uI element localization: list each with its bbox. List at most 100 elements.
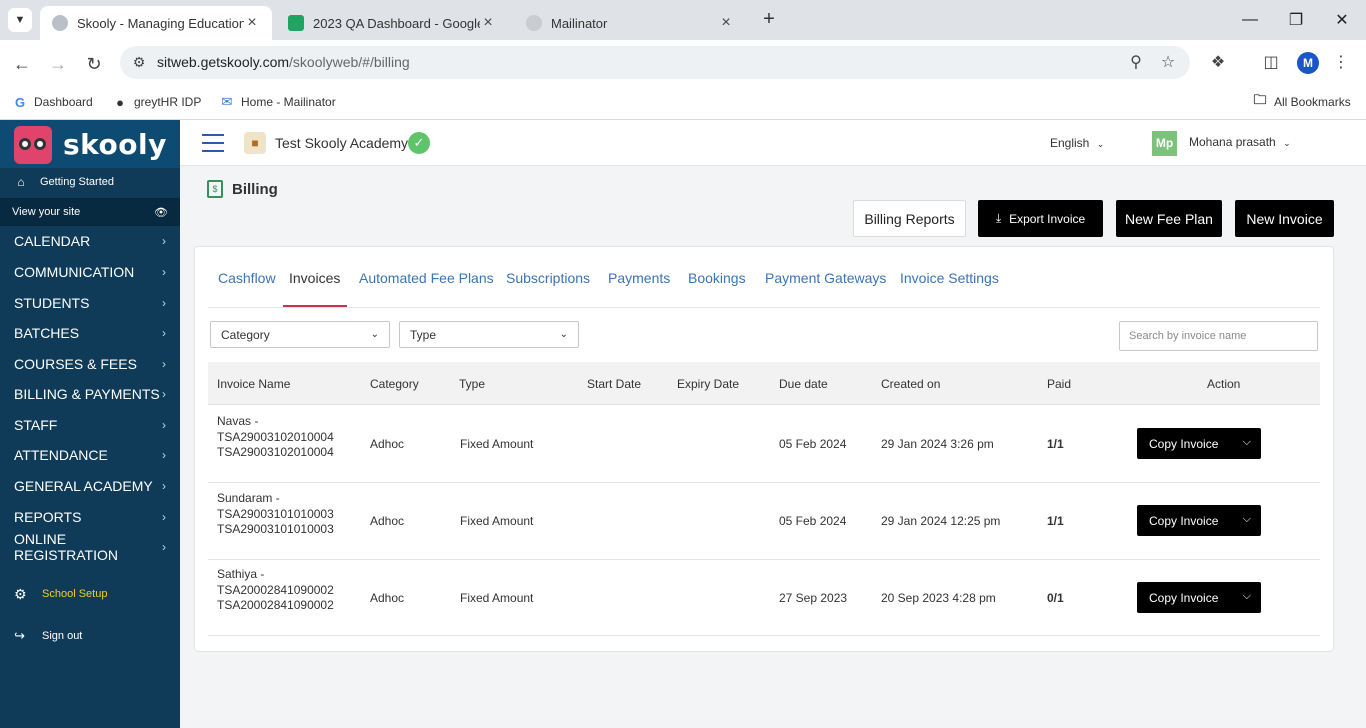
plus-icon: +	[763, 8, 775, 30]
sidebar-item-online-registration[interactable]: ONLINE REGISTRATION ›	[0, 531, 180, 563]
tab-cashflow[interactable]: Cashflow	[218, 270, 276, 286]
sidebar-item-attendance[interactable]: ATTENDANCE ›	[0, 440, 180, 470]
category-cell: Adhoc	[370, 591, 405, 605]
column-header: Due date	[779, 377, 828, 391]
restore-icon: ❐	[1288, 12, 1304, 29]
all-bookmarks[interactable]: 🗀 All Bookmarks	[1252, 92, 1350, 111]
forward-button[interactable]: →	[44, 50, 72, 78]
invoice-name-cell[interactable]: Sundaram - TSA29003101010003 TSA29003101…	[217, 491, 334, 538]
new-fee-plan-button[interactable]: New Fee Plan	[1116, 200, 1222, 237]
sidebar-item-billing-payments[interactable]: BILLING & PAYMENTS ›	[0, 379, 180, 409]
column-header: Paid	[1047, 377, 1072, 391]
search-invoice-input[interactable]	[1119, 321, 1318, 351]
star-icon[interactable]: ☆	[1157, 52, 1179, 74]
globe-icon	[52, 15, 68, 31]
close-icon[interactable]: ×	[718, 14, 734, 32]
tab-search-button[interactable]: ▼	[8, 8, 32, 32]
category-select[interactable]: Category ⌄	[210, 321, 390, 348]
new-invoice-button[interactable]: New Invoice	[1235, 200, 1334, 237]
new-tab-button[interactable]: +	[758, 8, 780, 32]
sheets-icon	[288, 15, 304, 31]
tab-automated-fee-plans[interactable]: Automated Fee Plans	[359, 270, 494, 286]
close-icon[interactable]: ×	[480, 14, 496, 32]
address-bar[interactable]: ⚙ sitweb.getskooly.com/skoolyweb/#/billi…	[120, 46, 1190, 79]
kebab-menu-icon[interactable]: ⋮	[1330, 52, 1352, 74]
brand-name: skooly	[63, 128, 167, 161]
bookmark-dashboard[interactable]: G Dashboard	[12, 93, 93, 111]
mail-icon: ✉	[221, 94, 233, 109]
billing-reports-button[interactable]: Billing Reports	[853, 200, 966, 237]
tab-invoice-settings[interactable]: Invoice Settings	[900, 270, 999, 286]
copy-invoice-button[interactable]: Copy Invoice ⌵	[1137, 582, 1261, 613]
back-button[interactable]: ←	[8, 50, 36, 78]
sidebar-item-sign-out[interactable]: ↪ Sign out	[0, 622, 180, 650]
chevron-down-icon: ⌄	[559, 329, 568, 340]
reload-button[interactable]: ↻	[80, 50, 108, 78]
sidebar-item-staff[interactable]: STAFF ›	[0, 410, 180, 440]
tab-subscriptions[interactable]: Subscriptions	[506, 270, 590, 286]
invoice-name-cell[interactable]: Sathiya - TSA20002841090002 TSA200028410…	[217, 567, 334, 614]
chevron-right-icon: ›	[162, 540, 166, 554]
globe-icon	[526, 15, 542, 31]
close-icon[interactable]: ×	[244, 14, 260, 32]
type-cell: Fixed Amount	[460, 591, 534, 605]
profile-avatar[interactable]: M	[1297, 52, 1319, 74]
sidebar-item-general-academy[interactable]: GENERAL ACADEMY ›	[0, 471, 180, 501]
close-window-button[interactable]: ✕	[1322, 6, 1362, 34]
page-title: Billing	[232, 181, 278, 198]
view-your-site[interactable]: View your site 👁	[0, 198, 180, 226]
zoom-icon[interactable]: ⚲	[1125, 52, 1147, 74]
invoice-name-cell[interactable]: Navas - TSA29003102010004 TSA29003102010…	[217, 414, 334, 461]
sidebar-item-school-setup[interactable]: ⚙ School Setup	[0, 580, 180, 608]
globe-icon: ●	[116, 94, 124, 110]
sidebar-item-students[interactable]: STUDENTS ›	[0, 288, 180, 318]
sidebar-item-calendar[interactable]: CALENDAR ›	[0, 226, 180, 256]
sidebar-item-courses-fees[interactable]: COURSES & FEES ›	[0, 349, 180, 379]
created-on-cell: 29 Jan 2024 12:25 pm	[881, 514, 1001, 528]
url-text: sitweb.getskooly.com/skoolyweb/#/billing	[157, 54, 410, 70]
column-header: Category	[370, 377, 419, 391]
sidebar-item-reports[interactable]: REPORTS ›	[0, 502, 180, 532]
browser-tab-qa-dashboard[interactable]: 2023 QA Dashboard - Google S ×	[276, 6, 508, 40]
extensions-icon[interactable]: ❖	[1207, 52, 1229, 74]
category-cell: Adhoc	[370, 514, 405, 528]
tab-bookings[interactable]: Bookings	[688, 270, 746, 286]
bookmark-greythr[interactable]: ● greytHR IDP	[112, 93, 201, 111]
copy-invoice-button[interactable]: Copy Invoice ⌵	[1137, 505, 1261, 536]
restore-button[interactable]: ❐	[1276, 6, 1316, 34]
chevron-right-icon: ›	[162, 448, 166, 462]
hamburger-menu-icon[interactable]	[202, 134, 224, 152]
home-icon: ⌂	[17, 175, 25, 189]
bookmark-mailinator[interactable]: ✉ Home - Mailinator	[219, 93, 336, 111]
chevron-down-icon[interactable]: ⌵	[1243, 513, 1251, 526]
sidebar-item-communication[interactable]: COMMUNICATION ›	[0, 257, 180, 287]
export-invoice-button[interactable]: ⤓ Export Invoice	[978, 200, 1103, 237]
browser-tab-skooly[interactable]: Skooly - Managing Educational ×	[40, 6, 272, 40]
sidebar-item-batches[interactable]: BATCHES ›	[0, 318, 180, 348]
copy-invoice-button[interactable]: Copy Invoice ⌵	[1137, 428, 1261, 459]
tab-payment-gateways[interactable]: Payment Gateways	[765, 270, 886, 286]
site-settings-icon[interactable]: ⚙	[130, 54, 148, 72]
browser-tab-mailinator[interactable]: Mailinator ×	[514, 6, 746, 40]
tab-invoices[interactable]: Invoices	[289, 270, 340, 286]
tab-payments[interactable]: Payments	[608, 270, 670, 286]
paid-cell: 0/1	[1047, 591, 1064, 605]
column-header: Created on	[881, 377, 941, 391]
user-menu[interactable]: Mohana prasath ⌄	[1189, 135, 1291, 149]
type-select[interactable]: Type ⌄	[399, 321, 579, 348]
active-tab-indicator	[283, 305, 347, 307]
chevron-right-icon: ›	[162, 418, 166, 432]
side-panel-icon[interactable]: ◫	[1260, 52, 1282, 74]
chevron-right-icon: ›	[162, 357, 166, 371]
column-header: Action	[1207, 377, 1241, 391]
brand-bar[interactable]: skooly	[0, 120, 180, 168]
language-selector[interactable]: English ⌄	[1050, 136, 1104, 150]
sidebar-item-getting-started[interactable]: ⌂ Getting Started	[0, 168, 180, 196]
user-avatar[interactable]: Mp	[1152, 131, 1177, 156]
chevron-down-icon[interactable]: ⌵	[1243, 590, 1251, 603]
chevron-down-icon: ⌄	[1283, 138, 1291, 148]
chevron-down-icon[interactable]: ⌵	[1243, 436, 1251, 449]
type-cell: Fixed Amount	[460, 514, 534, 528]
chevron-right-icon: ›	[162, 479, 166, 493]
minimize-button[interactable]: —	[1230, 6, 1270, 34]
